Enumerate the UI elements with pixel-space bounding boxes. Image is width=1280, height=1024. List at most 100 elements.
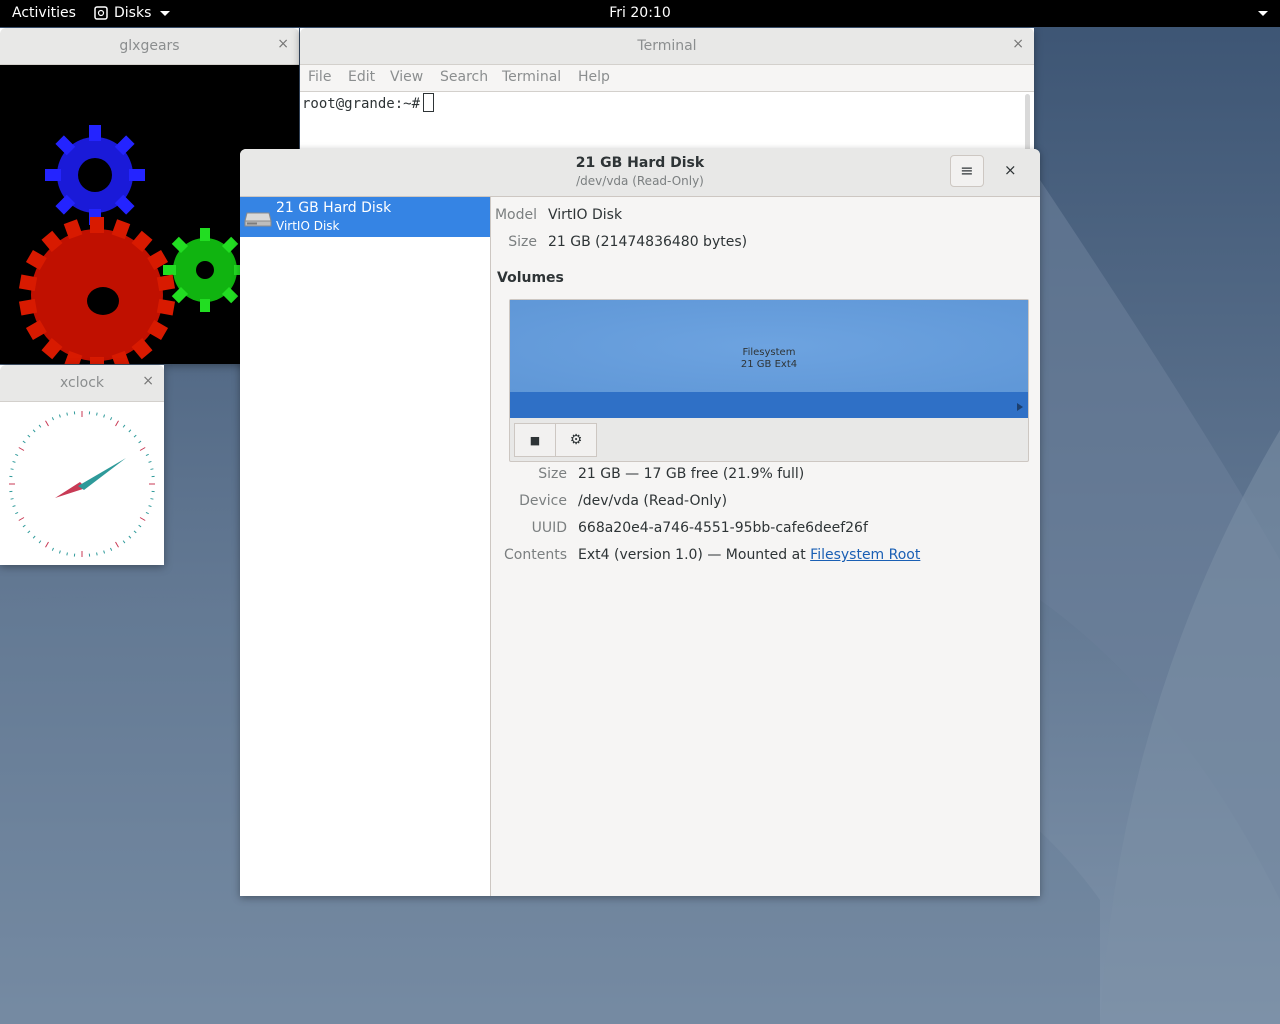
close-button[interactable]: × <box>277 36 289 52</box>
app-menu[interactable]: Disks <box>94 5 171 21</box>
clock-tick <box>12 505 16 508</box>
menu-view[interactable]: View <box>390 69 423 85</box>
clock-tick <box>110 417 113 421</box>
clock-tick <box>103 550 106 554</box>
partition-label: Filesystem <box>742 347 796 358</box>
drive-list-item[interactable]: 21 GB Hard Disk VirtIO Disk <box>240 197 490 237</box>
clock-tick <box>139 447 146 451</box>
clock-tick <box>10 498 14 500</box>
clock-tick <box>27 530 31 534</box>
device-value: /dev/vda (Read-Only) <box>578 493 728 509</box>
clock-tick <box>10 468 14 470</box>
app-menu-label: Disks <box>114 5 152 21</box>
clock-tick <box>122 424 126 428</box>
stop-icon: ■ <box>529 434 541 447</box>
volume-map[interactable]: Filesystem 21 GB Ext4 <box>510 300 1028 418</box>
clock-tick <box>38 540 42 544</box>
partition-block[interactable] <box>510 300 1028 392</box>
window-title: Terminal <box>637 38 697 54</box>
clock-tick <box>139 517 146 521</box>
size-label: Size <box>508 234 537 250</box>
clock-tick <box>145 512 149 515</box>
drive-model: VirtIO Disk <box>276 219 340 233</box>
size-value: 21 GB (21474836480 bytes) <box>548 234 748 250</box>
clock-tick <box>45 420 49 427</box>
partition-settings-button[interactable]: ⚙ <box>555 423 597 457</box>
hard-disk-icon <box>244 212 272 227</box>
model-value: VirtIO Disk <box>548 207 623 223</box>
menu-search[interactable]: Search <box>440 69 488 85</box>
menu-terminal[interactable]: Terminal <box>502 69 561 85</box>
disks-headerbar[interactable]: 21 GB Hard Disk /dev/vda (Read-Only) ≡ × <box>240 149 1040 197</box>
close-button[interactable]: × <box>1004 161 1017 179</box>
clock-button[interactable]: Fri 20:10 <box>609 5 670 21</box>
clock-tick <box>133 434 137 438</box>
drive-name: 21 GB Hard Disk <box>276 200 392 216</box>
terminal-window: Terminal × File Edit View Search Termina… <box>300 28 1034 158</box>
device-label: Device <box>519 493 567 509</box>
window-title: 21 GB Hard Disk <box>575 155 705 171</box>
clock-tick <box>12 460 16 463</box>
clock-tick <box>32 535 36 539</box>
clock-tick <box>138 440 142 444</box>
unmount-button[interactable]: ■ <box>514 423 556 457</box>
window-title: glxgears <box>119 38 180 54</box>
contents-text: Ext4 (version 1.0) — Mounted at <box>578 547 806 563</box>
chevron-down-icon <box>160 10 171 16</box>
activities-button[interactable]: Activities <box>12 5 76 21</box>
clock-tick <box>18 447 25 451</box>
clock-tick <box>150 498 154 500</box>
clock-tick <box>96 412 98 416</box>
system-menu-button[interactable] <box>1255 5 1268 19</box>
terminal-menubar: File Edit View Search Terminal Help <box>300 65 1034 92</box>
clock-tick <box>22 440 26 444</box>
glxgears-titlebar[interactable]: glxgears × <box>0 28 299 65</box>
window-subtitle: /dev/vda (Read-Only) <box>576 174 704 188</box>
analog-clock-icon <box>9 411 155 557</box>
clock-tick <box>128 535 132 539</box>
scrollbar[interactable] <box>1025 94 1030 154</box>
clock-tick <box>128 429 132 433</box>
shell-prompt: root@grande:~# <box>302 96 421 112</box>
menu-edit[interactable]: Edit <box>348 69 375 85</box>
vol-size-label: Size <box>538 466 567 482</box>
text-cursor <box>423 93 435 112</box>
model-label: Model <box>494 207 537 223</box>
play-arrow-icon <box>1017 403 1023 411</box>
clock-tick <box>18 517 25 521</box>
mount-point-link[interactable]: Filesystem Root <box>810 547 920 563</box>
terminal-titlebar[interactable]: Terminal × <box>300 28 1034 65</box>
clock-tick <box>32 429 36 433</box>
clock-tick <box>22 524 26 528</box>
clock-tick <box>133 530 137 534</box>
close-button[interactable]: × <box>142 373 154 389</box>
clock-tick <box>148 505 152 508</box>
menu-file[interactable]: File <box>308 69 331 85</box>
volumes-heading: Volumes <box>497 270 564 286</box>
partition-selection-strip[interactable] <box>510 392 1028 418</box>
clock-tick <box>115 420 119 427</box>
minute-hand <box>78 458 126 490</box>
clock-tick <box>27 434 31 438</box>
drive-details: Model VirtIO Disk Size 21 GB (2147483648… <box>491 197 1040 896</box>
clock-tick <box>45 541 49 548</box>
disks-app-icon <box>94 6 108 20</box>
clock-tick <box>51 547 54 551</box>
close-button[interactable]: × <box>1012 36 1024 52</box>
clock-tick <box>103 414 106 418</box>
clock-tick <box>115 541 119 548</box>
clock-tick <box>66 552 68 556</box>
clock-tick <box>96 552 98 556</box>
clock-tick <box>38 424 42 428</box>
xclock-titlebar[interactable]: xclock × <box>0 365 164 402</box>
clock-tick <box>58 414 61 418</box>
chevron-down-icon <box>1258 11 1268 16</box>
clock-tick <box>122 540 126 544</box>
window-title: xclock <box>60 375 104 391</box>
menu-help[interactable]: Help <box>578 69 610 85</box>
hamburger-menu-button[interactable]: ≡ <box>950 155 984 187</box>
clock-tick <box>51 417 54 421</box>
uuid-label: UUID <box>531 520 567 536</box>
clock-tick <box>15 512 19 515</box>
clock-tick <box>58 550 61 554</box>
